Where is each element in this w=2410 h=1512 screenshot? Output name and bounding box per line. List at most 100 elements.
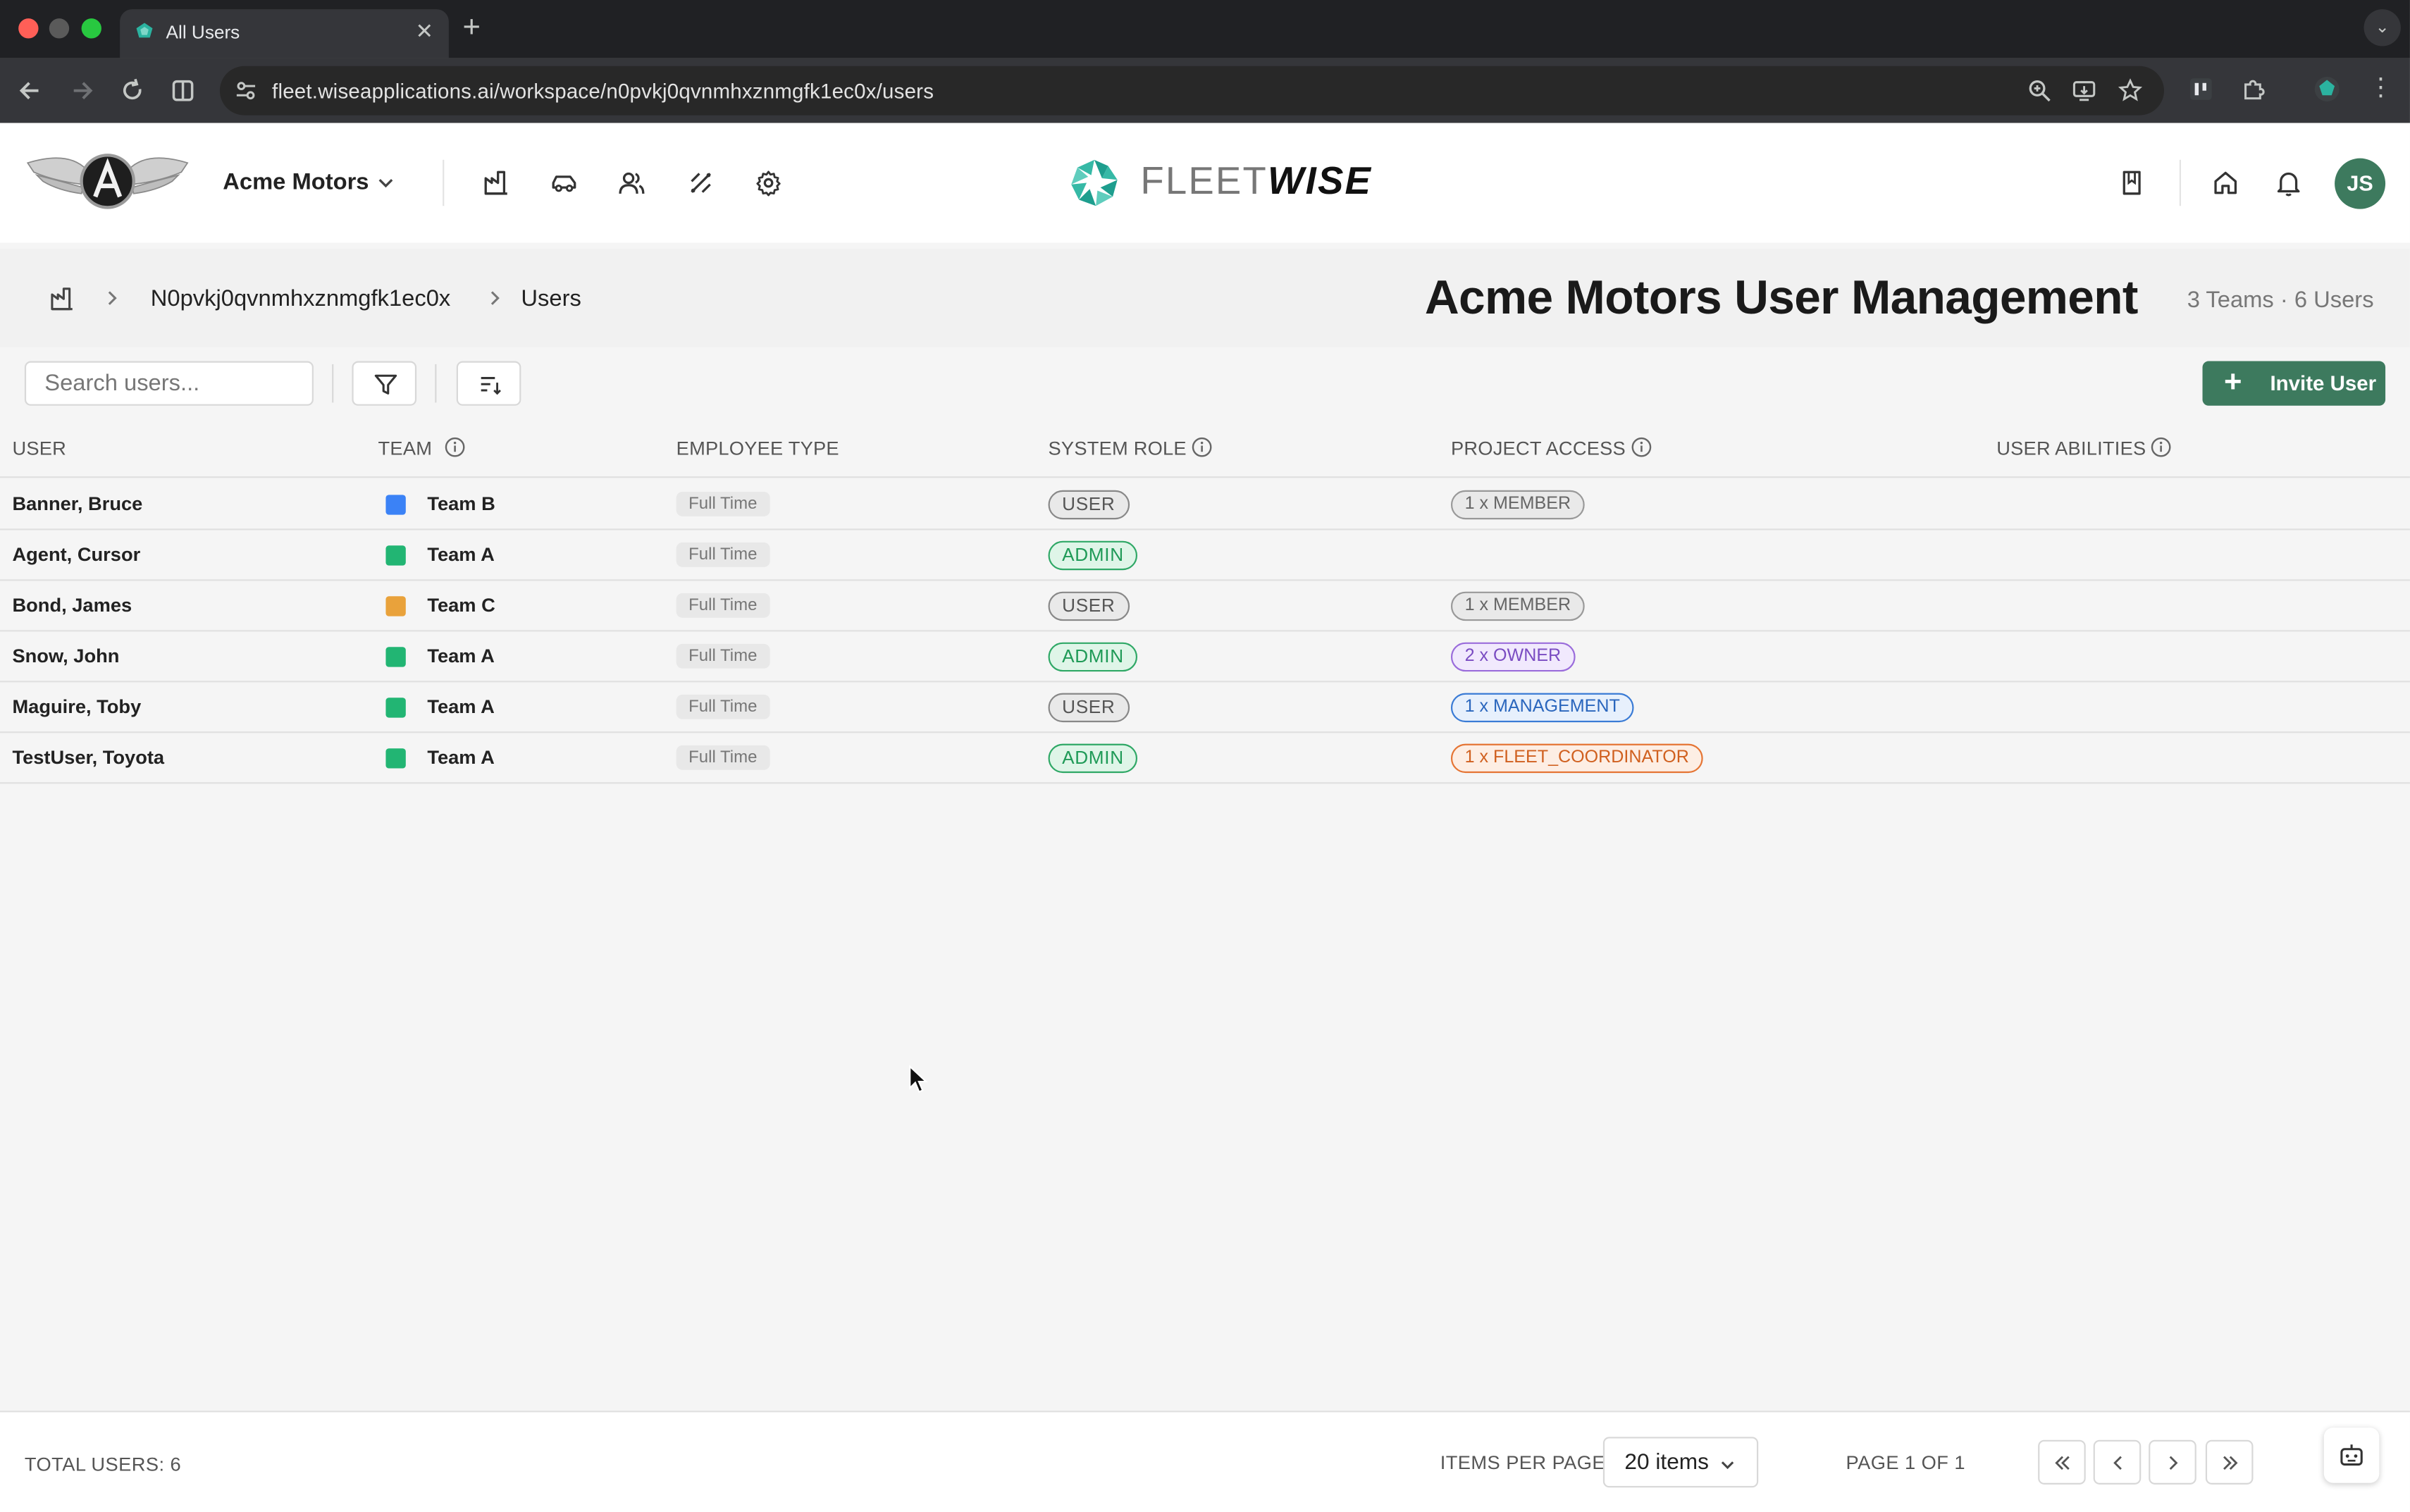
robot-icon [2340,1444,2363,1466]
info-icon[interactable] [444,436,466,458]
items-per-page-select[interactable]: 20 items [1602,1437,1759,1488]
reload-icon[interactable] [117,75,148,106]
filter-button[interactable] [352,361,417,406]
previous-page-button[interactable] [2093,1439,2142,1485]
teams-users-count: 3 Teams · 6 Users [2187,287,2374,314]
plus-icon: + [2224,366,2242,400]
car-icon[interactable] [550,169,578,197]
items-per-page-value: 20 items [1624,1450,1709,1475]
project-access-badge[interactable]: 2 x OWNER [1450,642,1575,672]
controls-divider [435,364,437,403]
user-name[interactable]: Agent, Cursor [12,544,140,566]
url-text: fleet.wiseapplications.ai/workspace/n0pv… [272,80,934,104]
column-header-employee-type[interactable]: EMPLOYEE TYPE [676,438,839,460]
team-name: Team A [427,696,495,718]
project-access-badge[interactable]: 1 x MEMBER [1450,591,1585,621]
system-role-badge: ADMIN [1048,743,1138,774]
project-access-badge[interactable]: 1 x FLEET_COORDINATOR [1450,743,1703,774]
system-role-badge: USER [1048,490,1130,520]
table-row[interactable]: Agent, Cursor Team A Full Time ADMIN [0,530,2410,581]
close-window-button[interactable] [18,18,39,39]
team-name: Team A [427,747,495,769]
bookmark-star-icon[interactable] [2118,78,2143,103]
user-name[interactable]: Maguire, Toby [12,696,141,718]
acme-winged-logo[interactable] [25,147,191,215]
browser-menu-icon[interactable]: ⋮ [2368,75,2393,103]
breadcrumb-factory-icon[interactable] [49,286,75,312]
table-row[interactable]: Snow, John Team A Full Time ADMIN 2 x OW… [0,631,2410,683]
site-info-icon[interactable] [234,78,259,103]
info-icon[interactable] [1631,436,1652,458]
team-color-swatch [385,495,406,515]
column-header-system-role[interactable]: SYSTEM ROLE [1049,438,1187,460]
split-view-icon[interactable] [168,75,199,106]
chevron-down-icon [1721,1461,1734,1470]
new-tab-icon[interactable]: + [463,11,481,46]
next-page-button[interactable] [2149,1439,2196,1485]
employee-type-badge: Full Time [676,745,770,770]
extensions-puzzle-icon[interactable] [2239,75,2267,103]
brand-bold-text: WISE [1267,159,1373,203]
user-name[interactable]: Snow, John [12,645,119,667]
header-divider [2179,159,2181,206]
assistant-button[interactable] [2323,1427,2380,1483]
users-icon[interactable] [618,169,645,197]
browser-toolbar: fleet.wiseapplications.ai/workspace/n0pv… [0,58,2410,123]
browser-tab[interactable]: All Users ✕ [120,9,449,58]
zoom-icon[interactable] [2027,78,2052,103]
gear-icon[interactable] [755,169,782,197]
page-header: N0pvkj0qvnmhxznmgfk1ec0x Users Acme Moto… [0,249,2410,347]
search-input[interactable] [24,361,314,406]
chevron-right-icon [490,291,500,305]
team-name: Team A [427,544,495,566]
back-arrow-icon[interactable] [16,75,47,106]
book-icon[interactable] [2118,169,2146,197]
header-divider [443,159,445,206]
team-color-swatch [385,647,406,667]
column-header-user[interactable]: USER [12,438,66,460]
user-name[interactable]: TestUser, Toyota [12,747,164,769]
route-icon[interactable] [687,169,715,197]
page-title: Acme Motors User Management [1424,270,2139,325]
items-per-page-label: ITEMS PER PAGE [1440,1452,1606,1474]
user-name[interactable]: Banner, Bruce [12,493,142,515]
info-icon[interactable] [2150,436,2172,458]
table-row[interactable]: Maguire, Toby Team A Full Time USER 1 x … [0,682,2410,733]
invite-user-button[interactable]: + Invite User [2202,361,2386,406]
user-avatar[interactable]: JS [2335,158,2386,209]
info-icon[interactable] [1191,436,1213,458]
address-bar[interactable]: fleet.wiseapplications.ai/workspace/n0pv… [219,66,2164,116]
maximize-window-button[interactable] [81,18,101,39]
table-row[interactable]: Bond, James Team C Full Time USER 1 x ME… [0,581,2410,632]
team-name: Team B [427,493,495,515]
chevron-down-icon[interactable] [375,172,397,194]
table-row[interactable]: TestUser, Toyota Team A Full Time ADMIN … [0,733,2410,784]
profile-fleetwise-icon[interactable] [2313,75,2341,103]
home-icon[interactable] [2212,169,2239,197]
project-access-badge[interactable]: 1 x MEMBER [1450,490,1585,520]
first-page-button[interactable] [2038,1439,2086,1485]
fleetwise-logo-icon [1071,159,1118,206]
table-row[interactable]: Banner, Bruce Team B Full Time USER 1 x … [0,480,2410,531]
minimize-window-button[interactable] [49,18,70,39]
brand-light-text: FLEET [1140,159,1268,203]
last-page-button[interactable] [2205,1439,2254,1485]
breadcrumb-workspace[interactable]: N0pvkj0qvnmhxznmgfk1ec0x [151,286,451,312]
table-header: USER TEAM EMPLOYEE TYPE SYSTEM ROLE PROJ… [0,419,2410,478]
project-access-badge[interactable]: 1 x MANAGEMENT [1450,693,1634,723]
sort-button[interactable] [456,361,521,406]
bell-icon[interactable] [2275,169,2302,197]
column-header-team[interactable]: TEAM [378,438,433,460]
install-app-icon[interactable] [2072,78,2096,103]
system-role-badge: USER [1048,591,1130,621]
tab-search-chevron-icon[interactable]: ⌄ [2363,9,2401,47]
pagination-footer: TOTAL USERS: 6 ITEMS PER PAGE 20 items P… [0,1411,2410,1512]
column-header-project-access[interactable]: PROJECT ACCESS [1451,438,1626,460]
forward-arrow-icon[interactable] [66,75,97,106]
column-header-user-abilities[interactable]: USER ABILITIES [1996,438,2146,460]
factory-icon[interactable] [483,169,510,197]
extension-bars-icon[interactable] [2187,75,2215,103]
close-tab-icon[interactable]: ✕ [415,18,433,44]
org-switcher-label[interactable]: Acme Motors [223,169,369,195]
user-name[interactable]: Bond, James [12,595,132,616]
